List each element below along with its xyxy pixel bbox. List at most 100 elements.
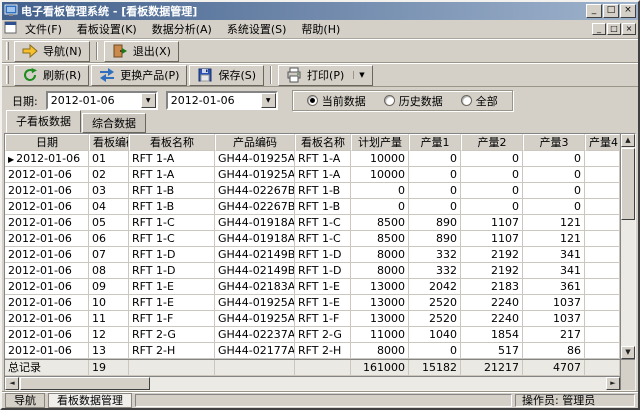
cell: 2012-01-06 <box>5 215 89 231</box>
radio-history-data[interactable]: 历史数据 <box>384 93 443 109</box>
column-header-6[interactable]: 产量1 <box>409 134 461 151</box>
print-button[interactable]: 打印(P) ▼ <box>278 65 373 86</box>
status-tab-kanban-data-management[interactable]: 看板数据管理 <box>48 393 132 408</box>
scrollbar-corner <box>621 359 635 390</box>
scroll-right-icon[interactable]: ► <box>606 377 620 390</box>
scroll-left-icon[interactable]: ◄ <box>5 377 19 390</box>
scroll-down-icon[interactable]: ▼ <box>621 346 635 359</box>
menu-file[interactable]: 文件(F) <box>18 19 69 39</box>
child-minimize-button[interactable]: _ <box>592 23 606 35</box>
menu-kanban-settings[interactable]: 看板设置(K) <box>70 19 144 39</box>
cell: RFT 2-G <box>295 327 351 343</box>
date-to-dropdown-icon[interactable]: ▼ <box>261 93 276 108</box>
total-cell: 15182 <box>409 360 461 376</box>
cell: 01 <box>89 151 129 167</box>
date-from-dropdown-icon[interactable]: ▼ <box>141 93 156 108</box>
maximize-button[interactable]: □ <box>603 4 619 18</box>
table-row[interactable]: 2012-01-0610RFT 1-EGH44-01925ARFT 1-E130… <box>5 295 620 311</box>
column-header-7[interactable]: 产量2 <box>461 134 523 151</box>
column-header-1[interactable]: 看板编码 <box>89 134 129 151</box>
total-cell: 21217 <box>461 360 523 376</box>
status-bar: 导航 看板数据管理 操作员: 管理员 <box>2 391 638 408</box>
save-button[interactable]: 保存(S) <box>189 65 264 86</box>
cell: RFT 1-A <box>129 151 215 167</box>
cell: RFT 1-B <box>295 183 351 199</box>
window-title: 电子看板管理系统 - [看板数据管理] <box>21 3 583 19</box>
cell: 0 <box>461 199 523 215</box>
navigate-button[interactable]: 导航(N) <box>14 41 90 62</box>
table-row[interactable]: 2012-01-0604RFT 1-BGH44-02267BRFT 1-B000… <box>5 199 620 215</box>
table-row[interactable]: 2012-01-0612RFT 2-GGH44-02237ARFT 2-G110… <box>5 327 620 343</box>
cell: 1037 <box>523 295 585 311</box>
toolbar-grip[interactable] <box>6 42 9 60</box>
cell: 890 <box>409 231 461 247</box>
exit-button[interactable]: 退出(X) <box>104 41 179 62</box>
menu-system-settings[interactable]: 系统设置(S) <box>220 19 294 39</box>
change-product-button[interactable]: 更换产品(P) <box>91 65 187 86</box>
vertical-scroll-thumb[interactable] <box>621 148 635 220</box>
refresh-button[interactable]: 刷新(R) <box>14 65 89 86</box>
cell: 0 <box>523 199 585 215</box>
table-row[interactable]: 2012-01-0605RFT 1-CGH44-01918ARFT 1-C850… <box>5 215 620 231</box>
total-cell <box>129 360 215 376</box>
toolbar-grip[interactable] <box>6 66 9 84</box>
cell: RFT 1-B <box>295 199 351 215</box>
table-row[interactable]: 2012-01-0607RFT 1-DGH44-02149BRFT 1-D800… <box>5 247 620 263</box>
horizontal-scrollbar[interactable]: ◄ ► <box>5 376 620 390</box>
title-bar: 电子看板管理系统 - [看板数据管理] _ □ × <box>2 2 638 20</box>
cell: 04 <box>89 199 129 215</box>
vertical-scrollbar[interactable]: ▲ ▼ <box>621 134 635 359</box>
scroll-up-icon[interactable]: ▲ <box>621 134 635 147</box>
menu-data-analysis[interactable]: 数据分析(A) <box>145 19 219 39</box>
table-row[interactable]: ▶2012-01-0601RFT 1-AGH44-01925ARFT 1-A10… <box>5 151 620 167</box>
table-row[interactable]: 2012-01-0611RFT 1-FGH44-01925ARFT 1-F130… <box>5 311 620 327</box>
mdi-child-icon <box>4 21 17 37</box>
child-restore-button[interactable]: □ <box>607 23 621 35</box>
cell: 8500 <box>351 231 409 247</box>
table-row[interactable]: 2012-01-0608RFT 1-DGH44-02149BRFT 1-D800… <box>5 263 620 279</box>
total-cell <box>215 360 295 376</box>
table-row[interactable]: 2012-01-0606RFT 1-CGH44-01918ARFT 1-C850… <box>5 231 620 247</box>
column-header-0[interactable]: 日期 <box>5 134 89 151</box>
cell: RFT 1-A <box>295 167 351 183</box>
cell: RFT 1-D <box>295 247 351 263</box>
cell: GH44-02149B <box>215 247 295 263</box>
column-header-4[interactable]: 看板名称 <box>295 134 351 151</box>
column-header-5[interactable]: 计划产量 <box>351 134 409 151</box>
cell: 13000 <box>351 279 409 295</box>
cell: 2192 <box>461 263 523 279</box>
cell: RFT 1-B <box>129 183 215 199</box>
radio-current-data[interactable]: 当前数据 <box>307 93 366 109</box>
column-header-2[interactable]: 看板名称 <box>129 134 215 151</box>
close-button[interactable]: × <box>620 4 636 18</box>
vertical-scroll-track[interactable] <box>621 221 635 346</box>
menu-help[interactable]: 帮助(H) <box>294 19 347 39</box>
cell: 03 <box>89 183 129 199</box>
table-row[interactable]: 2012-01-0603RFT 1-BGH44-02267BRFT 1-B000… <box>5 183 620 199</box>
date-to-combobox[interactable]: 2012-01-06 ▼ <box>166 91 278 110</box>
radio-all-data[interactable]: 全部 <box>461 93 498 109</box>
cell: RFT 1-C <box>129 231 215 247</box>
cell: GH44-02237A <box>215 327 295 343</box>
column-header-9[interactable]: 产量4 <box>585 134 620 151</box>
minimize-button[interactable]: _ <box>586 4 602 18</box>
horizontal-scroll-thumb[interactable] <box>20 377 150 390</box>
cell: 13000 <box>351 311 409 327</box>
column-header-8[interactable]: 产量3 <box>523 134 585 151</box>
tab-sub-kanban-data[interactable]: 子看板数据 <box>6 110 81 133</box>
cell: 1854 <box>461 327 523 343</box>
save-button-label: 保存(S) <box>218 67 256 83</box>
table-row[interactable]: 2012-01-0613RFT 2-HGH44-02177ARFT 2-H800… <box>5 343 620 359</box>
table-row[interactable]: 2012-01-0602RFT 1-AGH44-01925ARFT 1-A100… <box>5 167 620 183</box>
date-from-combobox[interactable]: 2012-01-06 ▼ <box>46 91 158 110</box>
table-row[interactable]: 2012-01-0609RFT 1-EGH44-02183ARFT 1-E130… <box>5 279 620 295</box>
radio-circle <box>461 95 472 106</box>
refresh-button-label: 刷新(R) <box>43 67 81 83</box>
column-header-3[interactable]: 产品编码 <box>215 134 295 151</box>
cell: 2012-01-06 <box>5 263 89 279</box>
status-tab-navigation[interactable]: 导航 <box>5 393 45 408</box>
child-close-button[interactable]: × <box>622 23 636 35</box>
exit-icon <box>112 43 128 59</box>
print-dropdown-arrow-icon[interactable]: ▼ <box>353 71 364 79</box>
tab-combined-data[interactable]: 综合数据 <box>82 113 146 133</box>
